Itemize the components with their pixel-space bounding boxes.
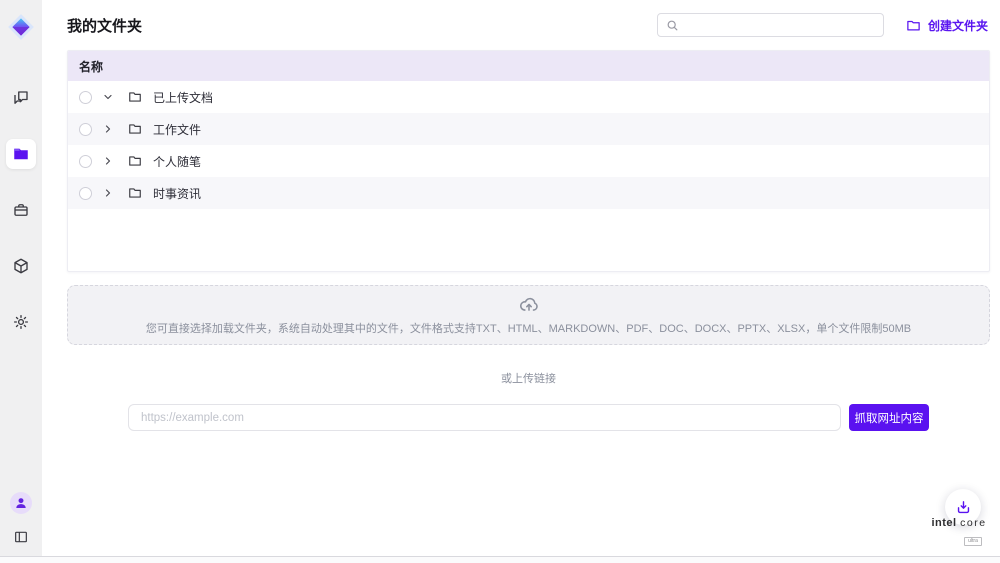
url-input[interactable] — [128, 404, 841, 431]
folder-name: 工作文件 — [153, 121, 201, 138]
create-folder-button[interactable]: 创建文件夹 — [906, 17, 988, 34]
panel-icon — [13, 529, 29, 545]
table-header: 名称 — [68, 51, 989, 81]
collapse-panel-button[interactable] — [9, 525, 33, 549]
download-icon — [955, 499, 972, 516]
intel-core-logo: intel core ultra — [927, 517, 991, 547]
chevron-right-icon[interactable] — [102, 123, 114, 135]
column-name-header: 名称 — [79, 58, 103, 75]
intel-word: intel — [931, 517, 956, 529]
folder-name: 已上传文档 — [153, 89, 213, 106]
search-box[interactable] — [657, 13, 884, 37]
gear-icon — [12, 313, 30, 331]
briefcase-icon — [12, 201, 30, 219]
create-folder-label: 创建文件夹 — [928, 17, 988, 34]
folder-icon — [128, 154, 142, 168]
table-row[interactable]: 时事资讯 — [68, 177, 989, 209]
sidebar — [0, 0, 42, 563]
row-checkbox[interactable] — [79, 187, 92, 200]
upload-hint: 您可直接选择加载文件夹，系统自动处理其中的文件，文件格式支持TXT、HTML、M… — [146, 320, 911, 336]
sidebar-nav — [6, 83, 36, 337]
core-word: core — [960, 517, 986, 529]
chevron-right-icon[interactable] — [102, 187, 114, 199]
table-row[interactable]: 已上传文档 — [68, 81, 989, 113]
sidebar-item-models[interactable] — [6, 251, 36, 281]
folder-plus-icon — [906, 18, 921, 33]
search-icon — [666, 19, 679, 32]
folder-icon — [128, 90, 142, 104]
row-checkbox[interactable] — [79, 91, 92, 104]
sidebar-item-workspace[interactable] — [6, 195, 36, 225]
folder-icon — [128, 122, 142, 136]
row-checkbox[interactable] — [79, 123, 92, 136]
fetch-url-button[interactable]: 抓取网址内容 — [849, 404, 929, 431]
account-avatar[interactable] — [10, 492, 32, 514]
folder-table: 名称 已上传文档 工作文件 — [67, 50, 990, 272]
bottom-divider — [0, 556, 1000, 563]
sidebar-item-chat[interactable] — [6, 83, 36, 113]
folder-name: 个人随笔 — [153, 153, 201, 170]
sidebar-item-folders[interactable] — [6, 139, 36, 169]
table-row[interactable]: 工作文件 — [68, 113, 989, 145]
chevron-right-icon[interactable] — [102, 155, 114, 167]
person-icon — [14, 496, 28, 510]
folder-name: 时事资讯 — [153, 185, 201, 202]
url-upload-row: 抓取网址内容 — [128, 404, 929, 431]
topbar: 我的文件夹 创建文件夹 — [67, 0, 990, 50]
app-logo-icon — [7, 13, 35, 41]
chat-icon — [12, 89, 30, 107]
search-input[interactable] — [685, 19, 875, 31]
or-upload-link-label: 或上传链接 — [67, 370, 990, 386]
folder-icon — [12, 145, 30, 163]
ultra-badge: ultra — [964, 537, 982, 546]
table-row[interactable]: 个人随笔 — [68, 145, 989, 177]
table-body: 已上传文档 工作文件 个人随笔 — [68, 81, 989, 209]
sidebar-item-settings[interactable] — [6, 307, 36, 337]
chevron-down-icon[interactable] — [102, 91, 114, 103]
row-checkbox[interactable] — [79, 155, 92, 168]
cloud-upload-icon — [518, 294, 540, 316]
page-title: 我的文件夹 — [67, 15, 142, 36]
folder-icon — [128, 186, 142, 200]
sidebar-bottom — [9, 492, 33, 549]
upload-dropzone[interactable]: 您可直接选择加载文件夹，系统自动处理其中的文件，文件格式支持TXT、HTML、M… — [67, 285, 990, 345]
main-content: 我的文件夹 创建文件夹 名称 — [42, 0, 1000, 431]
cube-icon — [12, 257, 30, 275]
